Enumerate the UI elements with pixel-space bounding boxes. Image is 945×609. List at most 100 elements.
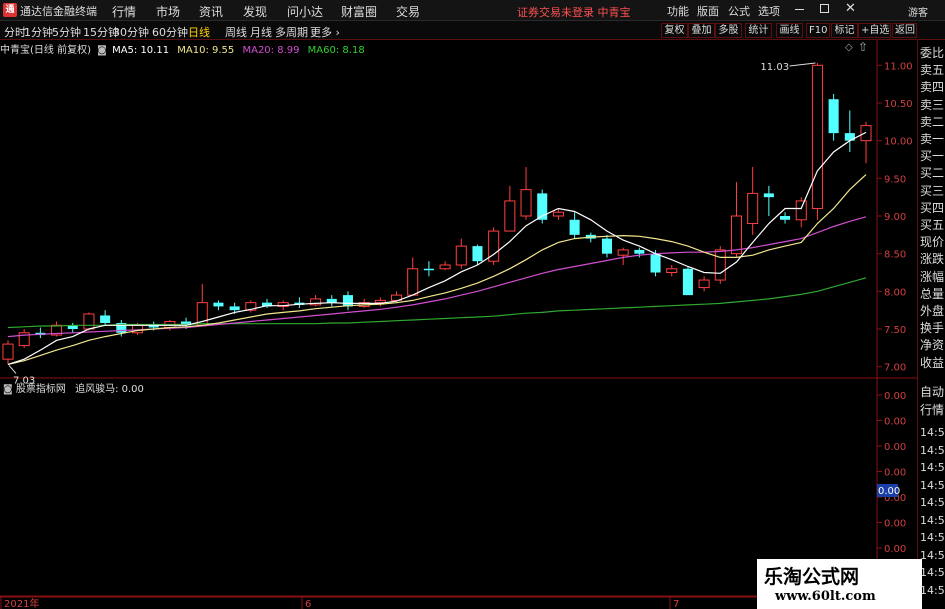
ind-tick-label-2: 0.00 — [884, 442, 906, 453]
period-tab-7[interactable]: 周线 — [225, 24, 247, 40]
toolbar-button-1[interactable]: 叠加 — [688, 23, 715, 38]
candle-body-14 — [229, 306, 240, 311]
indicator-current-value: 0.00 — [878, 486, 900, 497]
price-tick-label-2: 8.00 — [884, 287, 906, 298]
candle-body-29 — [472, 246, 483, 262]
quote-label-0: 委比 — [920, 46, 945, 60]
quote-mode-0[interactable]: 自动 — [920, 385, 944, 400]
quote-label-8: 买三 — [920, 183, 945, 198]
tick-time-8: 14:5 — [920, 566, 945, 579]
close-icon[interactable]: ✕ — [845, 1, 856, 16]
toolbar-button-4[interactable]: 画线 — [776, 23, 803, 38]
menu-banmian[interactable]: 版面 — [697, 3, 719, 19]
guest-label[interactable]: 游客 — [908, 4, 928, 19]
period-tab-4[interactable]: 30分钟 — [113, 24, 149, 40]
quote-label-10: 买五 — [920, 218, 945, 232]
menu-xuanxiang[interactable]: 选项 — [758, 3, 780, 19]
tick-time-2: 14:5 — [920, 461, 945, 474]
ind-tick-label-0: 0.00 — [884, 391, 906, 402]
candle-body-46 — [747, 192, 759, 225]
period-tab-10[interactable]: 更多 › — [310, 24, 340, 40]
watermark-title: 乐淘公式网 — [764, 566, 860, 588]
quote-label-7: 买二 — [920, 166, 945, 181]
candle-body-45 — [730, 215, 743, 255]
candle-body-50 — [811, 64, 823, 209]
candle-body-42 — [682, 268, 693, 296]
quote-label-16: 换手 — [920, 321, 945, 336]
menu-wenxiaoda[interactable]: 问小达 — [287, 3, 323, 20]
ma10-line — [7, 174, 867, 365]
quote-label-5: 卖一 — [920, 132, 945, 146]
ind-tick-label-5: 0.00 — [884, 519, 906, 530]
candle-body-21 — [342, 295, 353, 307]
quote-label-15: 外盘 — [920, 304, 945, 318]
price-tick-label-1: 7.50 — [884, 325, 906, 336]
candle-body-28 — [455, 245, 467, 266]
watermark-url: www.60lt.com — [775, 589, 876, 604]
quote-mode-1[interactable]: 行情 — [920, 403, 944, 418]
minimize-icon[interactable] — [795, 9, 804, 10]
ind-tick-label-1: 0.00 — [884, 417, 906, 428]
app-title: 通达信金融终端 — [20, 5, 97, 18]
candle-body-31 — [504, 200, 516, 232]
price-tick-label-6: 10.00 — [884, 137, 913, 148]
menu-jiaoyi[interactable]: 交易 — [396, 3, 420, 20]
candle-body-34 — [552, 211, 564, 217]
indicator-name[interactable]: 股票指标网 — [16, 384, 66, 395]
period-tab-0[interactable]: 分时 — [4, 24, 26, 40]
quote-label-3: 卖三 — [920, 97, 945, 112]
menu-faxian[interactable]: 发现 — [243, 3, 267, 20]
tick-time-1: 14:5 — [920, 443, 945, 457]
menu-gongshi[interactable]: 公式 — [728, 3, 750, 19]
menu-zixun[interactable]: 资讯 — [199, 3, 223, 20]
xlabel-1: 6 — [305, 599, 311, 609]
period-tab-2[interactable]: 5分钟 — [52, 24, 81, 40]
period-tab-1[interactable]: 1分钟 — [24, 24, 53, 40]
period-tab-9[interactable]: 多周期 — [275, 24, 308, 40]
candle-body-0 — [2, 343, 14, 360]
toolbar-button-6[interactable]: 标记 — [831, 23, 858, 38]
candle-body-47 — [763, 193, 774, 198]
high-marker-line — [789, 62, 816, 67]
quote-label-4: 卖二 — [920, 114, 945, 129]
candle-body-26 — [423, 268, 434, 271]
candle-body-5 — [83, 313, 95, 330]
candle-body-27 — [439, 264, 451, 270]
price-tick-label-7: 10.50 — [884, 99, 913, 110]
candle-body-38 — [617, 249, 629, 256]
login-status[interactable]: 证券交易未登录 中青宝 — [517, 4, 631, 20]
app-logo-icon: 通 — [3, 3, 17, 17]
menu-hangqing[interactable]: 行情 — [112, 3, 136, 20]
quote-label-13: 涨幅 — [920, 269, 945, 284]
candle-body-20 — [326, 298, 337, 303]
price-tick-label-4: 9.00 — [884, 212, 906, 223]
period-tab-5[interactable]: 60分钟 — [152, 24, 188, 40]
quote-label-14: 总量 — [920, 286, 945, 301]
tick-time-3: 14:5 — [920, 478, 945, 492]
main-chart[interactable]: 7.00 7.50 8.00 8.50 9.00 9.50 10.00 10.50 11.00 0… — [0, 40, 917, 609]
indicator-gear-icon[interactable]: ◙ — [3, 384, 13, 395]
menu-gongneng[interactable]: 功能 — [667, 3, 689, 19]
toolbar-button-8[interactable]: 返回 — [892, 23, 917, 38]
period-tab-6[interactable]: 日线 — [188, 24, 210, 40]
quote-label-1: 卖五 — [920, 63, 945, 78]
quote-label-2: 卖四 — [920, 80, 945, 95]
period-tab-8[interactable]: 月线 — [250, 24, 272, 40]
toolbar-button-3[interactable]: 统计 — [745, 23, 772, 38]
xlabel-0: 2021年 — [4, 597, 39, 609]
maximize-icon[interactable] — [820, 4, 829, 13]
toolbar-button-2[interactable]: 多股 — [715, 23, 742, 38]
quote-label-12: 涨跌 — [920, 252, 945, 267]
toolbar-button-7[interactable]: +自选 — [858, 23, 891, 38]
toolbar-button-0[interactable]: 复权 — [661, 23, 688, 38]
candle-body-39 — [634, 249, 645, 254]
menu-caifuquan[interactable]: 财富圈 — [341, 3, 377, 20]
menu-shichang[interactable]: 市场 — [156, 3, 180, 20]
candle-body-49 — [795, 200, 807, 221]
tick-time-7: 14:5 — [920, 548, 945, 562]
price-tick-label-3: 8.50 — [884, 250, 906, 261]
quote-label-17: 净资 — [920, 338, 945, 353]
toolbar-button-5[interactable]: F10 — [806, 23, 830, 38]
high-label: 11.03 — [760, 62, 789, 73]
candle-body-32 — [520, 189, 532, 217]
